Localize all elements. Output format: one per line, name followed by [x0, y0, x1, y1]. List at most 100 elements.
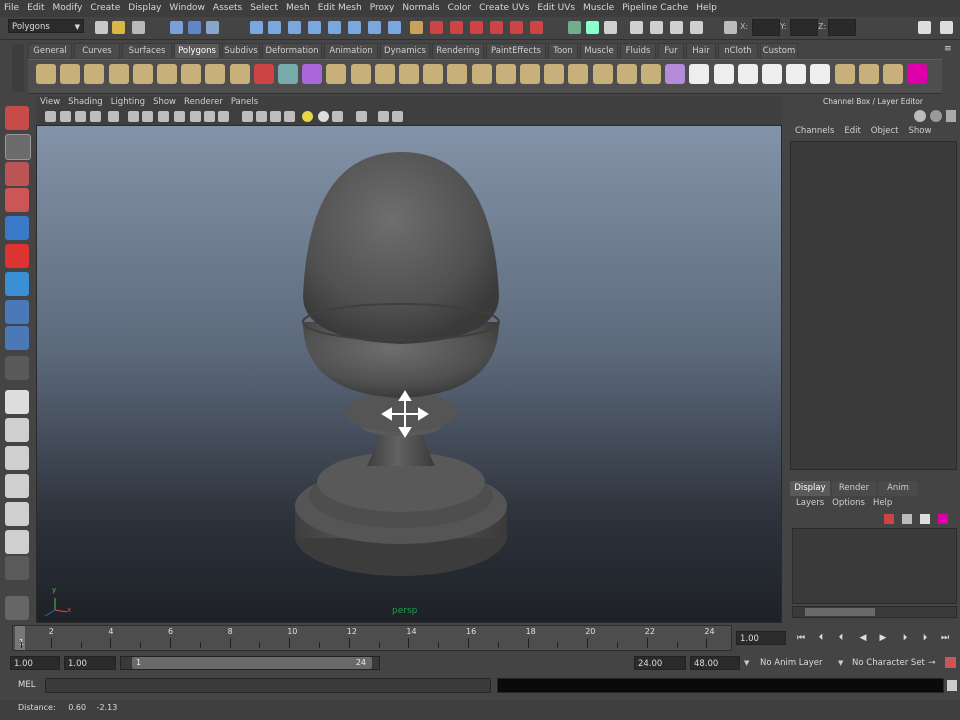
wireframe-icon[interactable]: [242, 111, 253, 122]
x-field[interactable]: [752, 19, 780, 36]
layer-editor-toggle-icon[interactable]: [946, 110, 956, 122]
playback-start-field[interactable]: 1.00: [64, 656, 116, 670]
show-channel-box-icon[interactable]: [940, 21, 953, 34]
shelf-tab-toon[interactable]: Toon: [548, 43, 578, 58]
menu-mesh[interactable]: Mesh: [282, 0, 314, 17]
snap-view-icon[interactable]: [530, 21, 543, 34]
shelf-tab-subdivs[interactable]: Subdivs: [222, 43, 260, 58]
command-input[interactable]: [45, 678, 491, 693]
anim-layer-label[interactable]: No Anim Layer: [760, 658, 823, 668]
menu-muscle[interactable]: Muscle: [579, 0, 618, 17]
layer-list[interactable]: [792, 528, 957, 604]
sculpt-snap-icon[interactable]: [490, 21, 503, 34]
play-forward-icon[interactable]: ▶: [876, 632, 890, 645]
layer-menu-layers[interactable]: Layers: [792, 498, 828, 508]
uv-editor-icon[interactable]: [713, 64, 734, 84]
paint-snap-icon[interactable]: [510, 21, 523, 34]
poly-soccer-ball-icon[interactable]: [229, 64, 250, 84]
outliner-toggle-icon[interactable]: [5, 596, 29, 620]
layer-options-icon[interactable]: [920, 514, 930, 524]
2d-pan-zoom-icon[interactable]: [108, 111, 119, 122]
cleanup-icon[interactable]: [568, 64, 589, 84]
menu-edit-uvs[interactable]: Edit UVs: [533, 0, 579, 17]
layer-tab-display[interactable]: Display: [790, 481, 830, 496]
bevel-icon[interactable]: [326, 64, 347, 84]
cylindrical-map-icon[interactable]: [762, 64, 782, 84]
image-plane-icon[interactable]: [90, 111, 101, 122]
render-settings-icon[interactable]: [604, 21, 617, 34]
layer-color-icon[interactable]: [938, 514, 948, 524]
shelf-tab-fluids[interactable]: Fluids: [620, 43, 656, 58]
safe-title-icon[interactable]: [218, 111, 229, 122]
shelf-tab-deformation[interactable]: Deformation: [262, 43, 322, 58]
last-tool-icon[interactable]: [5, 356, 29, 380]
menu-color[interactable]: Color: [444, 0, 476, 17]
move-tool-icon[interactable]: [5, 188, 29, 212]
y-field[interactable]: [790, 19, 818, 36]
select-tool-icon[interactable]: [5, 106, 29, 130]
boolean-icon[interactable]: [665, 64, 686, 84]
go-to-end-icon[interactable]: ⏭: [938, 632, 952, 645]
poly-cylinder-icon[interactable]: [84, 64, 105, 84]
mesh-display-icon[interactable]: [689, 64, 710, 84]
mel-label[interactable]: MEL: [18, 680, 35, 690]
offset-edge-loop-icon[interactable]: [471, 64, 492, 84]
manipulator-tool-icon[interactable]: [5, 272, 29, 296]
reduce-icon[interactable]: [544, 64, 565, 84]
combine-icon[interactable]: [253, 64, 274, 84]
camera-attributes-icon[interactable]: [60, 111, 71, 122]
channel-menu-show[interactable]: Show: [903, 126, 936, 136]
step-forward-key-icon[interactable]: ⏵: [898, 632, 912, 645]
new-scene-icon[interactable]: [95, 21, 108, 34]
step-back-frame-icon[interactable]: ⏴: [814, 632, 828, 645]
quadrangulate-icon[interactable]: [616, 64, 637, 84]
show-attribute-editor-icon[interactable]: [918, 21, 931, 34]
hypershade-icon[interactable]: [630, 21, 643, 34]
animation-preferences-icon[interactable]: [945, 657, 956, 668]
poly-torus-icon[interactable]: [157, 64, 177, 84]
render-frame-icon[interactable]: [586, 21, 599, 34]
menu-modify[interactable]: Modify: [49, 0, 87, 17]
poly-plane-icon[interactable]: [132, 64, 153, 84]
select-object-icon[interactable]: [188, 21, 201, 34]
lasso-tool-icon[interactable]: [5, 134, 31, 160]
menu-create[interactable]: Create: [86, 0, 124, 17]
shelf-tab-polygons[interactable]: Polygons: [174, 43, 220, 58]
field-chart-icon[interactable]: [190, 111, 201, 122]
poly-sphere-icon[interactable]: [36, 64, 56, 84]
input-ops-icon[interactable]: [368, 21, 381, 34]
panel-menu-view[interactable]: View: [36, 96, 64, 109]
snap-curve-icon[interactable]: [268, 21, 281, 34]
panel-menu-lighting[interactable]: Lighting: [107, 96, 149, 109]
end-time-field[interactable]: 48.00: [690, 656, 740, 670]
playback-end-field[interactable]: 24.00: [634, 656, 686, 670]
channel-menu-channels[interactable]: Channels: [790, 126, 839, 136]
anim-layer-dropdown-arrow[interactable]: ▼: [744, 659, 749, 667]
panel-menu-panels[interactable]: Panels: [227, 96, 262, 109]
create-uvs-icon[interactable]: [834, 64, 855, 84]
persp-graph-hypergraph-layout-icon[interactable]: [5, 530, 29, 554]
menu-display[interactable]: Display: [124, 0, 165, 17]
transform-mode-icon[interactable]: [724, 21, 737, 34]
append-icon[interactable]: [399, 64, 419, 84]
menu-edit-mesh[interactable]: Edit Mesh: [314, 0, 366, 17]
grid-icon[interactable]: [128, 111, 139, 122]
go-to-start-icon[interactable]: ⏮: [794, 632, 808, 645]
shelf-handle[interactable]: [12, 44, 24, 92]
custom-layout-icon[interactable]: [5, 556, 29, 580]
step-back-key-icon[interactable]: ⏴: [834, 632, 848, 645]
planar-map-icon[interactable]: [737, 64, 758, 84]
channel-box-toggle-icon[interactable]: [930, 110, 942, 122]
bookmarks-icon[interactable]: [75, 111, 86, 122]
shelf-tab-rendering[interactable]: Rendering: [432, 43, 484, 58]
isolate-select-icon[interactable]: [356, 111, 367, 122]
persp-outliner-layout-icon[interactable]: [5, 446, 29, 470]
spherical-map-icon[interactable]: [786, 64, 807, 84]
single-perspective-layout-icon[interactable]: [5, 390, 29, 414]
channel-box-toggle-icon[interactable]: [690, 21, 703, 34]
channel-box-list[interactable]: [790, 141, 957, 470]
channel-box-layout-icon[interactable]: [914, 110, 926, 122]
shadows-icon[interactable]: [318, 111, 329, 122]
separate-icon[interactable]: [278, 64, 298, 84]
xray-joints-icon[interactable]: [378, 111, 389, 122]
